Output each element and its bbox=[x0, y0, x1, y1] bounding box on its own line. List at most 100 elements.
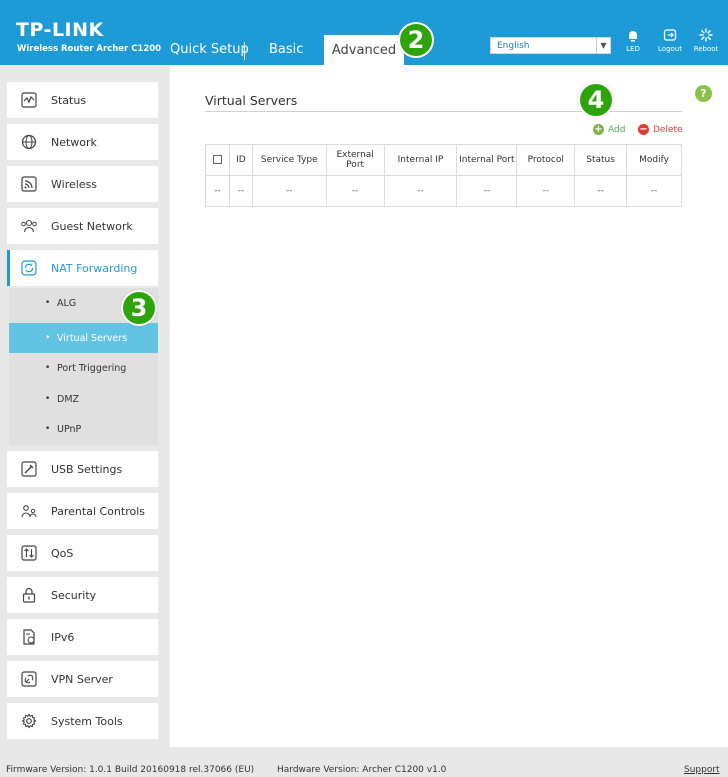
qos-icon bbox=[19, 543, 39, 563]
chevron-down-icon: ▼ bbox=[596, 38, 610, 53]
plus-icon: + bbox=[593, 123, 604, 135]
table-cell: -- bbox=[251, 175, 327, 207]
sidebar-item-guest-network[interactable]: Guest Network bbox=[7, 208, 158, 244]
reboot-icon bbox=[699, 28, 713, 42]
sidebar-item-label: NAT Forwarding bbox=[51, 261, 138, 275]
vpn-icon bbox=[19, 669, 39, 689]
table-cell: -- bbox=[228, 175, 253, 207]
sidebar-item-parental-controls[interactable]: Parental Controls bbox=[7, 493, 158, 529]
callout-badge-2: 2 bbox=[398, 22, 434, 58]
tab-divider bbox=[244, 42, 245, 60]
sidebar-item-usb-settings[interactable]: USB Settings bbox=[7, 451, 158, 487]
column-header-protocol: Protocol bbox=[516, 144, 576, 176]
ipv6-icon bbox=[19, 627, 39, 647]
sidebar-item-qos[interactable]: QoS bbox=[7, 535, 158, 571]
column-header-id: ID bbox=[228, 144, 253, 176]
led-label: LED bbox=[626, 45, 640, 53]
table-row: -- -- -- -- -- -- -- -- -- bbox=[205, 175, 682, 207]
sidebar-item-label: Guest Network bbox=[51, 219, 133, 233]
brand-logo: TP-LINK bbox=[16, 19, 104, 41]
firmware-version: Firmware Version: 1.0.1 Build 20160918 r… bbox=[6, 765, 255, 775]
column-header-external-port: External Port bbox=[325, 144, 385, 176]
reboot-button[interactable]: Reboot bbox=[688, 28, 724, 53]
led-button[interactable]: LED bbox=[615, 28, 651, 53]
column-header-modify: Modify bbox=[626, 144, 682, 176]
callout-badge-3: 3 bbox=[121, 290, 157, 326]
logout-icon bbox=[663, 29, 677, 41]
table-cell: -- bbox=[205, 175, 230, 207]
model-name: Wireless Router Archer C1200 bbox=[17, 44, 162, 54]
submenu-item-upnp[interactable]: UPnP bbox=[9, 414, 158, 444]
sidebar-item-label: Security bbox=[51, 588, 97, 602]
reboot-label: Reboot bbox=[693, 45, 719, 53]
sidebar-item-system-tools[interactable]: System Tools bbox=[7, 703, 158, 739]
logout-label: Logout bbox=[658, 45, 682, 53]
sidebar-item-vpn-server[interactable]: VPN Server bbox=[7, 661, 158, 697]
top-header: TP-LINK Wireless Router Archer C1200 Qui… bbox=[0, 0, 728, 65]
table-cell: -- bbox=[383, 175, 458, 207]
virtual-servers-table: ID Service Type External Port Internal I… bbox=[205, 144, 682, 207]
sidebar-item-label: IPv6 bbox=[51, 630, 75, 644]
column-header-status: Status bbox=[574, 144, 628, 176]
submenu-item-port-triggering[interactable]: Port Triggering bbox=[9, 353, 158, 383]
submenu-item-label: Virtual Servers bbox=[57, 332, 128, 344]
column-header-internal-ip: Internal IP bbox=[383, 144, 458, 176]
sidebar: Status Network Wireless Guest Network NA… bbox=[0, 65, 170, 747]
usb-icon bbox=[19, 459, 39, 479]
submenu-item-dmz[interactable]: DMZ bbox=[9, 384, 158, 414]
lock-icon bbox=[19, 585, 39, 605]
select-all-checkbox[interactable] bbox=[212, 155, 222, 164]
sidebar-item-nat-forwarding[interactable]: NAT Forwarding bbox=[7, 250, 158, 286]
submenu-item-label: DMZ bbox=[57, 393, 80, 405]
sidebar-item-label: Parental Controls bbox=[51, 504, 145, 518]
language-select[interactable]: English ▼ bbox=[490, 37, 611, 54]
title-divider bbox=[205, 111, 682, 112]
tab-advanced[interactable]: Advanced bbox=[324, 35, 404, 65]
delete-button[interactable]: − Delete bbox=[638, 124, 683, 135]
gear-icon bbox=[19, 711, 39, 731]
guest-network-icon bbox=[19, 216, 39, 236]
globe-icon bbox=[19, 132, 39, 152]
support-link[interactable]: Support bbox=[684, 765, 720, 775]
submenu-item-virtual-servers[interactable]: Virtual Servers bbox=[9, 323, 158, 353]
column-header-service-type: Service Type bbox=[251, 144, 327, 176]
sidebar-item-label: Network bbox=[51, 135, 97, 149]
help-button[interactable]: ? bbox=[695, 85, 712, 102]
table-cell: -- bbox=[574, 175, 628, 207]
sidebar-item-label: USB Settings bbox=[51, 462, 123, 476]
column-header-internal-port: Internal Port bbox=[456, 144, 518, 176]
callout-badge-4: 4 bbox=[578, 82, 614, 118]
parental-controls-icon bbox=[19, 501, 39, 521]
nat-forwarding-icon bbox=[19, 258, 39, 278]
table-cell: -- bbox=[626, 175, 682, 207]
status-icon bbox=[19, 90, 39, 110]
sidebar-item-status[interactable]: Status bbox=[7, 82, 158, 118]
add-button[interactable]: + Add bbox=[593, 124, 625, 135]
page-title: Virtual Servers bbox=[205, 93, 298, 108]
submenu-item-label: UPnP bbox=[57, 423, 82, 435]
table-cell: -- bbox=[516, 175, 576, 207]
add-label: Add bbox=[608, 124, 626, 135]
select-all-cell[interactable] bbox=[205, 144, 230, 176]
table-header-row: ID Service Type External Port Internal I… bbox=[205, 144, 682, 176]
sidebar-item-wireless[interactable]: Wireless bbox=[7, 166, 158, 202]
sidebar-item-label: QoS bbox=[51, 546, 74, 560]
submenu-item-label: ALG bbox=[57, 297, 77, 309]
submenu-item-label: Port Triggering bbox=[57, 362, 127, 374]
sidebar-item-ipv6[interactable]: IPv6 bbox=[7, 619, 158, 655]
tab-quick-setup[interactable]: Quick Setup bbox=[170, 42, 249, 57]
logout-button[interactable]: Logout bbox=[652, 28, 688, 53]
sidebar-item-network[interactable]: Network bbox=[7, 124, 158, 160]
sidebar-item-label: System Tools bbox=[51, 714, 123, 728]
table-cell: -- bbox=[456, 175, 518, 207]
footer: Firmware Version: 1.0.1 Build 20160918 r… bbox=[0, 747, 728, 777]
bulb-icon bbox=[629, 31, 637, 42]
sidebar-item-label: VPN Server bbox=[51, 672, 113, 686]
sidebar-item-security[interactable]: Security bbox=[7, 577, 158, 613]
hardware-version: Hardware Version: Archer C1200 v1.0 bbox=[277, 765, 447, 775]
table-cell: -- bbox=[325, 175, 385, 207]
delete-label: Delete bbox=[653, 124, 683, 135]
minus-icon: − bbox=[638, 123, 649, 135]
sidebar-item-label: Status bbox=[51, 93, 87, 107]
tab-basic[interactable]: Basic bbox=[269, 42, 303, 57]
